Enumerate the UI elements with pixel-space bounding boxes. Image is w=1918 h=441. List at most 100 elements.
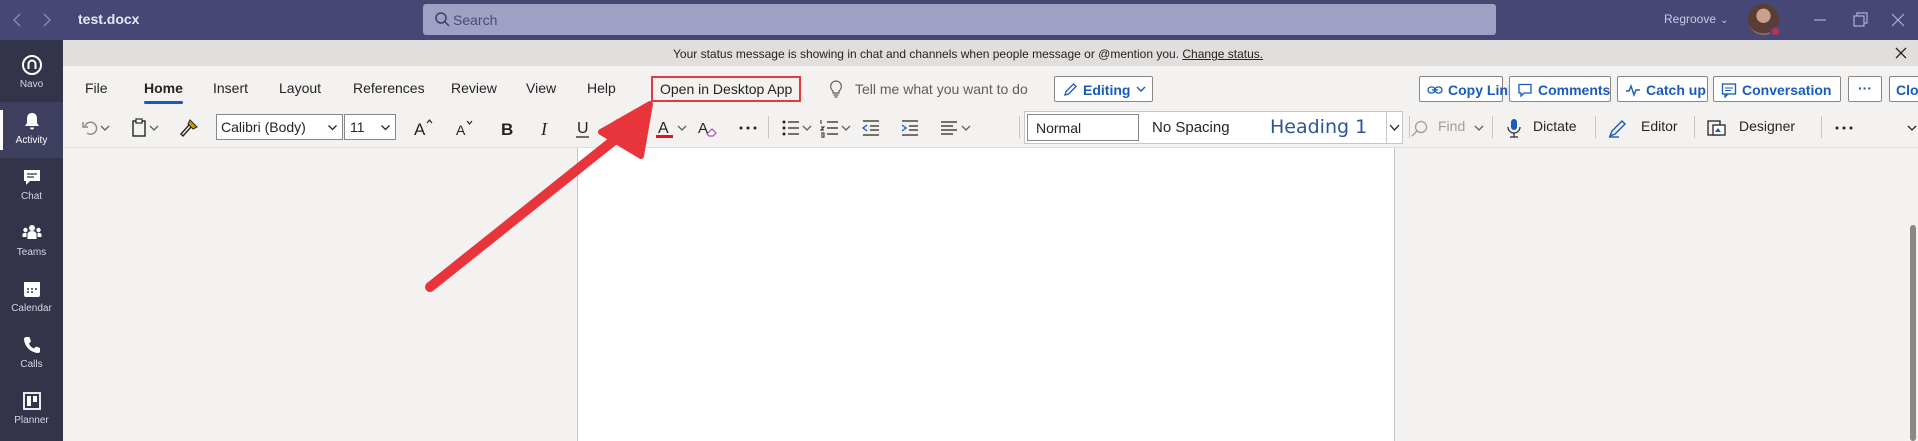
editing-label: Editing (1083, 82, 1131, 98)
rail-item-teams[interactable]: Teams (0, 214, 63, 270)
editor-icon[interactable] (1607, 117, 1629, 139)
change-status-link[interactable]: Change status. (1182, 47, 1263, 61)
designer-label[interactable]: Designer (1739, 118, 1795, 134)
rail-label: Chat (20, 191, 43, 202)
font-size-select[interactable]: 11 (344, 114, 396, 140)
style-no-spacing[interactable]: No Spacing (1152, 119, 1230, 136)
ribbon: File Home Insert Layout References Revie… (63, 66, 1918, 148)
numbering-icon[interactable] (819, 117, 841, 139)
align-icon[interactable] (938, 117, 960, 139)
comments-button[interactable]: Comments (1509, 76, 1611, 102)
rail-item-calls[interactable]: Calls (0, 326, 63, 382)
editing-mode-dropdown[interactable]: Editing (1054, 76, 1153, 102)
rail-label: Calendar (11, 303, 52, 314)
divider (1694, 116, 1695, 138)
tab-layout[interactable]: Layout (279, 80, 321, 96)
increase-indent-icon[interactable] (899, 117, 921, 139)
close-icon[interactable] (1894, 46, 1908, 60)
comment-icon (1517, 82, 1533, 98)
italic-icon[interactable]: I (534, 117, 556, 139)
style-normal[interactable]: Normal (1027, 114, 1139, 141)
restore-icon[interactable] (1850, 10, 1870, 30)
chevron-down-icon[interactable] (676, 117, 698, 139)
rail-item-calendar[interactable]: Calendar (0, 270, 63, 326)
microphone-icon[interactable] (1503, 117, 1525, 139)
open-in-desktop-app-button[interactable]: Open in Desktop App (651, 76, 801, 102)
search-placeholder: Search (453, 12, 498, 28)
tab-home[interactable]: Home (144, 80, 183, 104)
rail-label: Activity (15, 135, 48, 146)
rail-item-planner[interactable]: Planner (0, 382, 63, 438)
tell-me-search[interactable]: Tell me what you want to do (855, 81, 1028, 97)
bullets-icon[interactable] (780, 117, 802, 139)
tab-insert[interactable]: Insert (213, 80, 248, 96)
chevron-down-icon[interactable] (960, 117, 982, 139)
tab-help[interactable]: Help (587, 80, 616, 96)
close-document-button[interactable]: Close (1889, 76, 1918, 102)
rail-item-navo[interactable]: Navo (0, 46, 63, 102)
avatar[interactable] (1748, 4, 1781, 37)
document-title: test.docx (78, 11, 140, 27)
more-options-icon[interactable] (1833, 117, 1855, 139)
font-name-select[interactable]: Calibri (Body) (216, 114, 343, 140)
underline-icon[interactable]: U (572, 117, 594, 139)
designer-icon[interactable] (1706, 117, 1728, 139)
highlight-icon[interactable] (603, 117, 625, 139)
chevron-down-icon[interactable] (148, 117, 170, 139)
rail-label: Calls (20, 359, 43, 370)
svg-text:A: A (698, 120, 708, 137)
style-heading-1[interactable]: Heading 1 (1270, 116, 1367, 138)
more-options-button[interactable]: ··· (1848, 76, 1882, 102)
copy-link-label: Copy Link (1448, 82, 1516, 98)
copy-link-button[interactable]: Copy Link (1419, 76, 1516, 102)
rail-item-activity[interactable]: Activity (0, 102, 63, 158)
find-label[interactable]: Find (1438, 118, 1465, 134)
rail-label: Planner (14, 415, 49, 426)
grow-font-icon[interactable]: A (412, 117, 434, 139)
search-icon (434, 11, 451, 28)
chevron-down-icon[interactable] (99, 117, 121, 139)
rail-label: Navo (19, 79, 44, 90)
window-close-icon[interactable] (1888, 10, 1908, 30)
editor-label[interactable]: Editor (1641, 118, 1678, 134)
catch-up-button[interactable]: Catch up (1617, 76, 1708, 102)
dictate-label[interactable]: Dictate (1533, 118, 1577, 134)
divider (768, 116, 769, 138)
org-switcher[interactable]: Regroove ⌄ (1664, 12, 1728, 26)
tab-file[interactable]: File (85, 80, 108, 96)
font-color-icon[interactable]: A (654, 117, 676, 139)
minimize-icon[interactable] (1810, 10, 1830, 30)
find-icon[interactable] (1409, 118, 1431, 140)
activity-pulse-icon (1625, 82, 1641, 98)
conversation-button[interactable]: Conversation (1713, 76, 1841, 102)
tab-review[interactable]: Review (451, 80, 497, 96)
shrink-font-icon[interactable]: A (453, 117, 475, 139)
tab-view[interactable]: View (526, 80, 556, 96)
lightbulb-icon (828, 80, 844, 98)
bold-icon[interactable]: B (496, 117, 518, 139)
pencil-icon (1063, 82, 1078, 97)
chevron-down-icon[interactable] (625, 117, 647, 139)
styles-expand-button[interactable] (1386, 111, 1403, 144)
rail-item-chat[interactable]: Chat (0, 158, 63, 214)
vertical-scrollbar[interactable] (1910, 225, 1916, 441)
chevron-down-icon[interactable] (840, 117, 862, 139)
back-arrow-icon[interactable] (8, 10, 28, 30)
decrease-indent-icon[interactable] (860, 117, 882, 139)
format-painter-icon[interactable] (178, 117, 200, 139)
collapse-ribbon-icon[interactable] (1905, 121, 1918, 143)
forward-arrow-icon[interactable] (36, 10, 56, 30)
clear-formatting-icon[interactable]: A (696, 117, 718, 139)
document-page[interactable] (577, 148, 1395, 441)
divider (1595, 116, 1596, 138)
phone-icon (21, 334, 43, 356)
more-font-options-icon[interactable] (737, 117, 759, 139)
divider (1492, 116, 1493, 138)
tab-references[interactable]: References (353, 80, 425, 96)
chevron-down-icon (380, 122, 391, 133)
chat-icon (21, 166, 43, 188)
chevron-down-icon (1135, 83, 1147, 95)
svg-text:A: A (414, 120, 426, 139)
navo-icon (21, 54, 43, 76)
search-bar[interactable]: Search (423, 4, 1496, 35)
